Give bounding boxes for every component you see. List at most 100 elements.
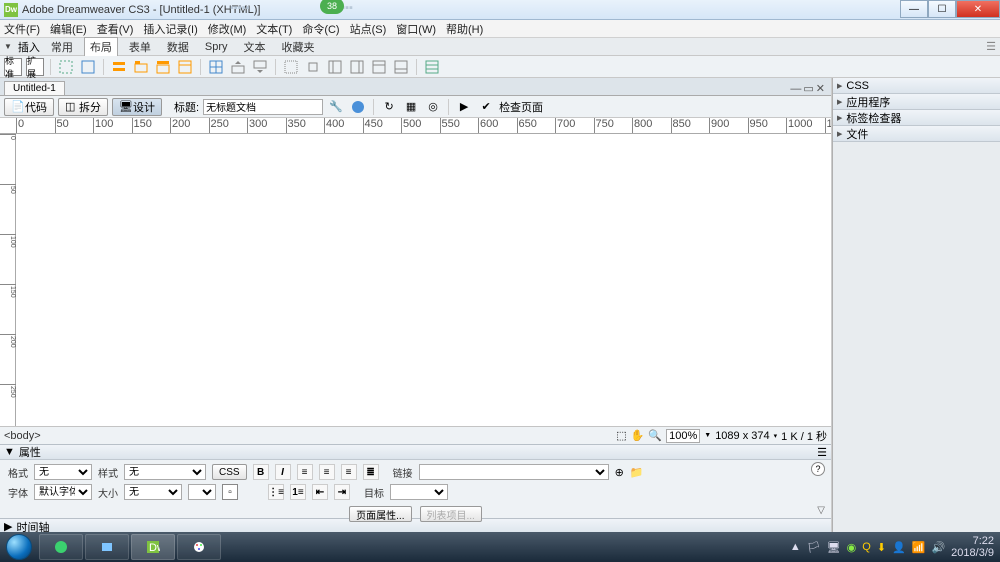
properties-menu-icon[interactable]: ☰ xyxy=(817,446,827,459)
spry-accordion-icon[interactable] xyxy=(154,58,172,76)
panel-tag-inspector[interactable]: ▶标签检查器 xyxy=(833,110,1000,126)
menu-insert[interactable]: 插入记录(I) xyxy=(143,21,197,37)
taskbar-paint-icon[interactable] xyxy=(177,534,221,560)
size-dropdown-icon[interactable]: ▾ xyxy=(774,432,778,440)
italic-button[interactable]: I xyxy=(275,464,291,480)
doc-title-input[interactable] xyxy=(203,99,323,115)
layout-table-icon[interactable] xyxy=(282,58,300,76)
outdent-button[interactable]: ⇤ xyxy=(312,484,328,500)
refresh-design-icon[interactable]: ↻ xyxy=(380,98,398,116)
menu-window[interactable]: 窗口(W) xyxy=(396,21,436,37)
view-code-button[interactable]: 📄代码 xyxy=(4,98,54,116)
align-justify-button[interactable]: ≣ xyxy=(363,464,379,480)
insert-tab-common[interactable]: 常用 xyxy=(46,38,78,56)
page-properties-button[interactable]: 页面属性... xyxy=(349,506,411,522)
hand-tool-icon[interactable]: ✋ xyxy=(631,429,645,442)
insert-row-above-icon[interactable] xyxy=(229,58,247,76)
size-unit-select[interactable] xyxy=(188,484,216,500)
start-button[interactable] xyxy=(0,532,38,562)
indent-button[interactable]: ⇥ xyxy=(334,484,350,500)
window-size[interactable]: 1089 x 374 xyxy=(715,430,769,442)
tray-download-icon[interactable]: ⬇ xyxy=(877,541,886,554)
text-color-button[interactable]: ▫ xyxy=(222,484,238,500)
taskbar-ie-icon[interactable] xyxy=(39,534,83,560)
insert-tab-text[interactable]: 文本 xyxy=(239,38,271,56)
tray-security-icon[interactable]: ◉ xyxy=(847,541,857,554)
insert-tab-data[interactable]: 数据 xyxy=(162,38,194,56)
menu-help[interactable]: 帮助(H) xyxy=(446,21,483,37)
unordered-list-button[interactable]: ⋮≡ xyxy=(268,484,284,500)
insert-collapse-icon[interactable]: ▼ xyxy=(4,42,12,51)
standard-mode-button[interactable]: 标准 xyxy=(4,58,22,76)
tray-action-center-icon[interactable]: 🏳 xyxy=(807,541,821,554)
insert-tab-spry[interactable]: Spry xyxy=(200,40,233,54)
align-center-button[interactable]: ≡ xyxy=(319,464,335,480)
insert-div-icon[interactable] xyxy=(57,58,75,76)
taskbar-dreamweaver-icon[interactable]: Dw xyxy=(131,534,175,560)
properties-help-icon[interactable]: ? xyxy=(811,462,825,476)
validate-markup-icon[interactable]: ▶ xyxy=(455,98,473,116)
insert-tab-favorites[interactable]: 收藏夹 xyxy=(277,38,320,56)
document-tab[interactable]: Untitled-1 xyxy=(4,81,65,95)
bold-button[interactable]: B xyxy=(253,464,269,480)
tray-network-icon[interactable]: 📶 xyxy=(912,541,926,554)
doc-minimize-icon[interactable]: — xyxy=(790,83,801,95)
zoom-tool-icon[interactable]: 🔍 xyxy=(648,429,662,442)
target-select[interactable] xyxy=(390,484,448,500)
zoom-percent[interactable]: 100% xyxy=(666,429,700,443)
format-select[interactable]: 无 xyxy=(34,464,92,480)
insert-options-icon[interactable]: ☰ xyxy=(986,40,996,53)
panel-application[interactable]: ▶应用程序 xyxy=(833,94,1000,110)
tray-clock[interactable]: 7:22 2018/3/9 xyxy=(951,535,994,559)
zoom-dropdown-icon[interactable]: ▼ xyxy=(704,432,711,439)
view-design-button[interactable]: 🖥设计 xyxy=(112,98,162,116)
properties-collapse-icon[interactable]: ▼ xyxy=(4,446,15,458)
size-select[interactable]: 无 xyxy=(124,484,182,500)
file-management-icon[interactable]: 🔧 xyxy=(327,98,345,116)
check-browser-icon[interactable]: ✔ xyxy=(477,98,495,116)
link-select[interactable] xyxy=(419,464,609,480)
properties-expand-icon[interactable]: ▽ xyxy=(817,505,825,516)
frames-top-icon[interactable] xyxy=(370,58,388,76)
menu-text[interactable]: 文本(T) xyxy=(256,21,292,37)
font-select[interactable]: 默认字体 xyxy=(34,484,92,500)
style-select[interactable]: 无 xyxy=(124,464,206,480)
doc-restore-icon[interactable]: ▭ xyxy=(803,82,813,95)
design-canvas[interactable] xyxy=(16,134,831,426)
tray-up-icon[interactable]: ▲ xyxy=(790,541,801,553)
tray-volume-icon[interactable]: 🔊 xyxy=(931,541,945,554)
align-left-button[interactable]: ≡ xyxy=(297,464,313,480)
point-to-file-icon[interactable]: ⊕ xyxy=(615,466,624,479)
draw-layout-cell-icon[interactable] xyxy=(304,58,322,76)
table-icon[interactable] xyxy=(207,58,225,76)
view-options-icon[interactable]: ▦ xyxy=(402,98,420,116)
tray-person-icon[interactable]: 👤 xyxy=(892,541,906,554)
frames-left-icon[interactable] xyxy=(326,58,344,76)
tray-q-icon[interactable]: Q xyxy=(862,541,871,553)
taskbar-explorer-icon[interactable] xyxy=(85,534,129,560)
ordered-list-button[interactable]: 1≡ xyxy=(290,484,306,500)
frames-bottom-icon[interactable] xyxy=(392,58,410,76)
insert-apdiv-icon[interactable] xyxy=(79,58,97,76)
select-tool-icon[interactable]: ⬚ xyxy=(616,429,626,442)
close-button[interactable]: ✕ xyxy=(956,0,1000,18)
spry-tabbed-icon[interactable] xyxy=(132,58,150,76)
menu-modify[interactable]: 修改(M) xyxy=(208,21,247,37)
panel-css[interactable]: ▶CSS xyxy=(833,78,1000,94)
tray-monitor-icon[interactable]: 🖥 xyxy=(827,541,841,554)
frames-right-icon[interactable] xyxy=(348,58,366,76)
minimize-button[interactable]: — xyxy=(900,0,928,18)
menu-file[interactable]: 文件(F) xyxy=(4,21,40,37)
spry-menubar-icon[interactable] xyxy=(110,58,128,76)
menu-edit[interactable]: 编辑(E) xyxy=(50,21,87,37)
browse-folder-icon[interactable]: 📁 xyxy=(630,466,644,479)
properties-panel-header[interactable]: ▼ 属性 ☰ xyxy=(0,444,831,460)
preview-browser-icon[interactable] xyxy=(349,98,367,116)
panel-files[interactable]: ▶文件 xyxy=(833,126,1000,142)
expanded-mode-button[interactable]: 扩展 xyxy=(26,58,44,76)
visual-aids-icon[interactable]: ◎ xyxy=(424,98,442,116)
menu-site[interactable]: 站点(S) xyxy=(350,21,387,37)
insert-tab-forms[interactable]: 表单 xyxy=(124,38,156,56)
view-split-button[interactable]: ◫拆分 xyxy=(58,98,108,116)
css-button[interactable]: CSS xyxy=(212,464,247,480)
